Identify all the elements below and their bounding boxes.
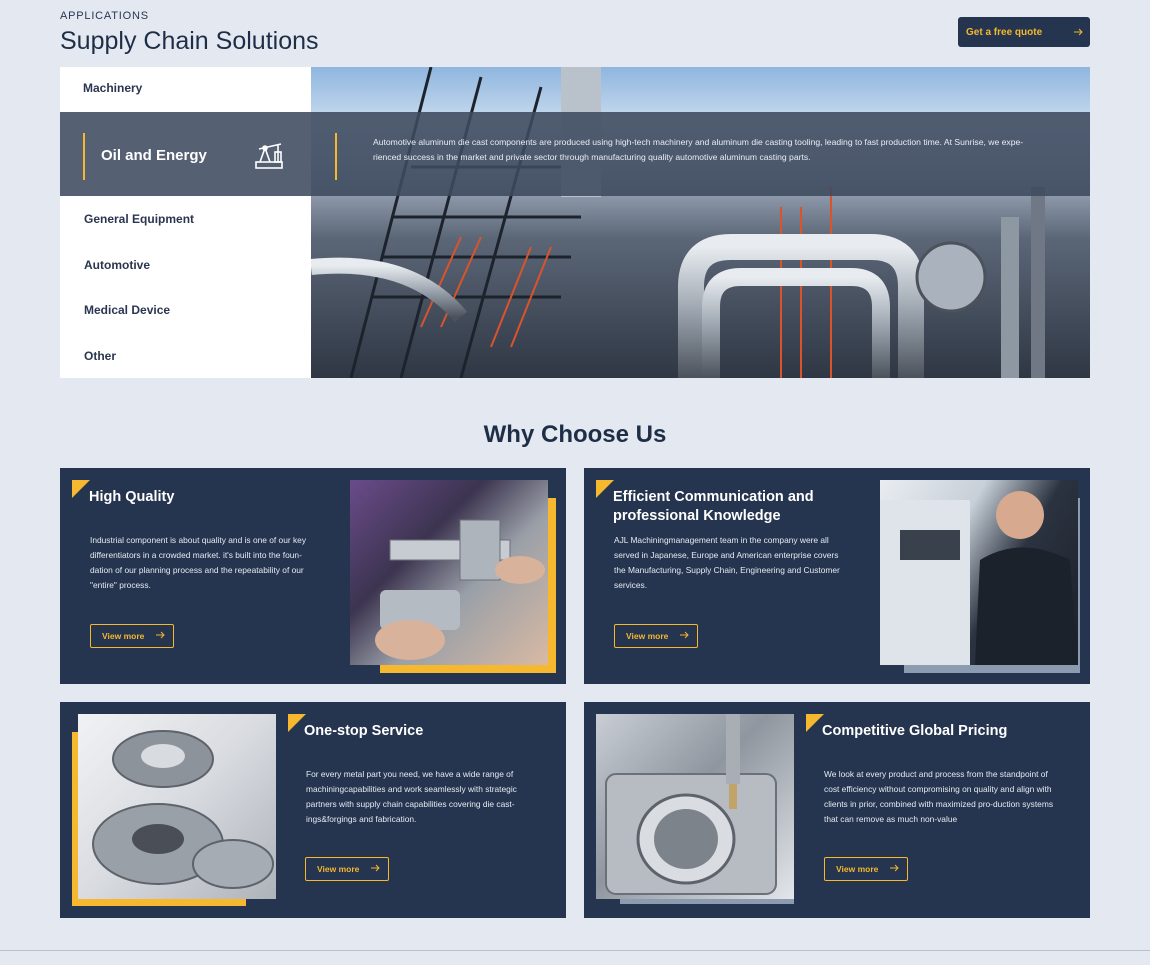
- view-more-label: View more: [102, 631, 145, 641]
- arrow-right-icon: [156, 631, 166, 641]
- oil-pump-icon: [253, 140, 285, 177]
- active-application-description: Automotive aluminum die cast components …: [373, 137, 1024, 162]
- app-item-label: Automotive: [84, 258, 150, 272]
- section-eyebrow: APPLICATIONS: [60, 10, 149, 22]
- card-text: For every metal part you need, we have a…: [306, 769, 517, 824]
- cnc-part-photo: [596, 714, 794, 899]
- active-indicator: [83, 133, 85, 180]
- view-more-label: View more: [836, 864, 879, 874]
- app-item-label: General Equipment: [84, 212, 195, 226]
- arrow-right-icon: [890, 864, 900, 874]
- card-title: Competitive Global Pricing: [822, 723, 1008, 739]
- free-quote-button[interactable]: Get a free quote: [958, 17, 1090, 47]
- card-title: One-stop Service: [304, 723, 424, 739]
- arrow-right-icon: [680, 631, 690, 641]
- active-divider: [335, 133, 337, 180]
- corner-accent: [72, 480, 90, 498]
- arrow-right-icon: [1074, 28, 1083, 36]
- caliper-photo: [350, 480, 548, 665]
- card-efficient-communication: Efficient Communication and professional…: [584, 468, 1090, 684]
- view-more-label: View more: [317, 864, 360, 874]
- view-more-button[interactable]: View more: [614, 624, 698, 648]
- app-item-label: Machinery: [83, 81, 143, 95]
- footer-divider: [0, 950, 1150, 951]
- card-text: AJL Machiningmanagement team in the comp…: [614, 535, 840, 590]
- card-title: Efficient Communication and professional…: [613, 489, 814, 524]
- arrow-right-icon: [371, 864, 381, 874]
- app-item-oil-and-energy[interactable]: Oil and Energy: [101, 147, 207, 164]
- app-item-label: Other: [84, 349, 117, 363]
- app-item-label: Medical Device: [84, 303, 171, 317]
- view-more-label: View more: [626, 631, 669, 641]
- card-one-stop-service: One-stop Service For every metal part yo…: [60, 702, 566, 918]
- free-quote-label: Get a free quote: [966, 26, 1043, 38]
- applications-panel: Machinery General Equipment Automotive M…: [60, 67, 1090, 378]
- card-text: Industrial component is about quality an…: [90, 535, 307, 590]
- card-text: We look at every product and process fro…: [824, 769, 1054, 824]
- card-competitive-pricing: Competitive Global Pricing We look at ev…: [584, 702, 1090, 918]
- metal-parts-photo: [78, 714, 276, 899]
- view-more-button[interactable]: View more: [305, 857, 389, 881]
- view-more-button[interactable]: View more: [824, 857, 908, 881]
- card-title: High Quality: [89, 489, 175, 505]
- corner-accent: [596, 480, 614, 498]
- card-high-quality: High Quality Industrial component is abo…: [60, 468, 566, 684]
- page-title: Supply Chain Solutions: [60, 27, 319, 55]
- technician-photo: [880, 480, 1078, 665]
- view-more-button[interactable]: View more: [90, 624, 174, 648]
- why-choose-us-title: Why Choose Us: [483, 421, 667, 448]
